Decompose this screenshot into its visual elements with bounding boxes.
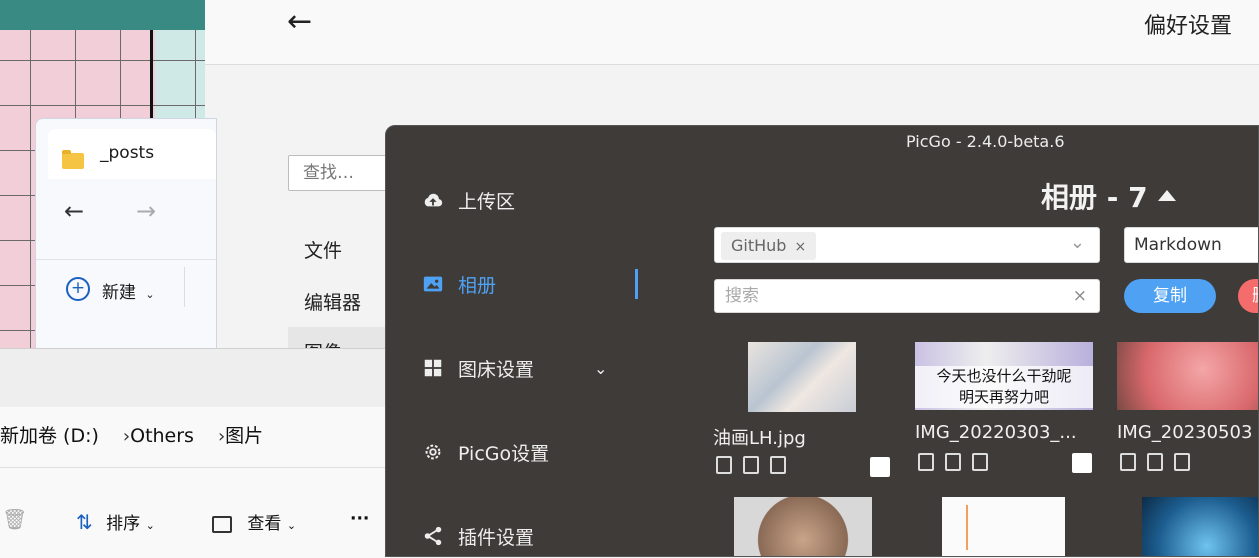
settings-nav-editor[interactable]: 编辑器 bbox=[304, 288, 361, 315]
image-icon bbox=[423, 276, 443, 292]
picgo-window: PicGo - 2.4.0-beta.6 上传区 相册 图床设置 ⌄ PicGo… bbox=[385, 125, 1259, 557]
desktop-wallpaper-line bbox=[150, 30, 153, 120]
new-button-label: 新建 bbox=[102, 283, 136, 303]
sidebar-item-image-host[interactable]: 图床设置 ⌄ bbox=[422, 354, 607, 382]
document-icon[interactable] bbox=[1120, 453, 1136, 471]
share-icon bbox=[424, 526, 442, 546]
format-select[interactable]: Markdown bbox=[1124, 227, 1258, 263]
image-filename: IMG_20230503 bbox=[1117, 422, 1253, 443]
grid-icon bbox=[424, 359, 442, 377]
image-thumbnail[interactable] bbox=[734, 497, 872, 556]
cloud-upload-icon bbox=[424, 193, 443, 207]
view-icon bbox=[212, 515, 232, 533]
breadcrumb-drive[interactable]: 新加卷 (D:) bbox=[0, 425, 99, 447]
image-thumbnail[interactable]: 今天也没什么干劲呢 明天再努力吧 bbox=[915, 342, 1093, 410]
settings-header: ← 偏好设置 bbox=[205, 0, 1259, 65]
filter-tag-label: GitHub bbox=[731, 236, 787, 255]
sidebar-item-label: 插件设置 bbox=[458, 526, 535, 549]
sort-button[interactable]: ⇅ 排序 ⌄ bbox=[76, 509, 155, 534]
gear-icon bbox=[425, 444, 441, 460]
image-actions bbox=[716, 456, 797, 479]
trash-icon[interactable]: 🗑 bbox=[2, 507, 27, 531]
desktop-wallpaper-bar bbox=[0, 0, 205, 30]
mindmap-lines bbox=[966, 505, 1008, 550]
chevron-down-icon: ⌄ bbox=[145, 519, 155, 532]
breadcrumb-pictures[interactable]: 图片 bbox=[225, 425, 263, 447]
image-filename: IMG_20220303_... bbox=[915, 422, 1077, 443]
sort-icon: ⇅ bbox=[76, 510, 93, 534]
image-select-checkbox[interactable] bbox=[1072, 453, 1092, 473]
sidebar-active-indicator bbox=[635, 269, 638, 299]
image-actions bbox=[1120, 453, 1201, 476]
edit-icon[interactable] bbox=[743, 456, 759, 474]
sidebar-item-picgo-settings[interactable]: PicGo设置 bbox=[422, 438, 549, 466]
sidebar-item-label: PicGo设置 bbox=[458, 442, 550, 465]
explorer-titlebar bbox=[0, 349, 390, 407]
toolbar-divider bbox=[184, 267, 185, 307]
explorer-toolbar-divider bbox=[36, 259, 216, 260]
picgo-window-title: PicGo - 2.4.0-beta.6 bbox=[906, 132, 1065, 151]
chevron-down-icon: ⌄ bbox=[286, 519, 297, 532]
sidebar-item-label: 上传区 bbox=[458, 190, 516, 213]
folder-icon bbox=[62, 150, 84, 169]
document-icon[interactable] bbox=[716, 456, 732, 474]
album-search-placeholder: 搜索 bbox=[725, 286, 759, 306]
explorer-tab-label: _posts bbox=[100, 143, 155, 163]
album-title-text: 相册 - 7 bbox=[1041, 181, 1148, 214]
explorer-divider bbox=[0, 467, 390, 468]
image-thumbnail[interactable] bbox=[942, 497, 1065, 556]
breadcrumb-others[interactable]: Others bbox=[130, 425, 194, 447]
document-icon[interactable] bbox=[918, 453, 934, 471]
image-select-checkbox[interactable] bbox=[870, 457, 890, 477]
breadcrumb: 新加卷 (D:) ›Others ›图片 bbox=[0, 421, 263, 448]
filter-tag: GitHub × bbox=[721, 232, 817, 260]
add-circle-icon: + bbox=[66, 277, 90, 301]
trash-icon[interactable] bbox=[1174, 453, 1190, 471]
settings-title: 偏好设置 bbox=[1144, 14, 1233, 39]
trash-icon[interactable] bbox=[770, 456, 786, 474]
image-thumbnail-caption: 今天也没什么干劲呢 明天再努力吧 bbox=[915, 366, 1093, 408]
trash-icon[interactable] bbox=[972, 453, 988, 471]
delete-button[interactable]: 删 bbox=[1238, 279, 1258, 313]
caret-up-icon bbox=[1157, 189, 1176, 201]
explorer-window-pictures: 新加卷 (D:) ›Others ›图片 🗑 ⇅ 排序 ⌄ 查看 ⌄ ··· bbox=[0, 348, 390, 558]
close-icon[interactable]: × bbox=[794, 239, 806, 255]
image-actions bbox=[918, 453, 999, 476]
sidebar-item-label: 相册 bbox=[458, 274, 497, 297]
sidebar-item-upload[interactable]: 上传区 bbox=[422, 186, 515, 214]
clear-icon[interactable]: × bbox=[1073, 280, 1087, 312]
sort-label: 排序 bbox=[106, 514, 141, 534]
image-thumbnail[interactable] bbox=[1117, 342, 1258, 410]
back-arrow-icon[interactable]: ← bbox=[64, 197, 84, 225]
album-search-input[interactable]: 搜索 × bbox=[714, 279, 1100, 313]
image-filename: 油画LH.jpg bbox=[713, 428, 806, 449]
album-title[interactable]: 相册 - 7 bbox=[1041, 176, 1176, 216]
image-thumbnail[interactable] bbox=[1142, 497, 1258, 556]
new-button[interactable]: 新建 ⌄ bbox=[102, 278, 155, 303]
chevron-down-icon: ⌄ bbox=[1069, 232, 1085, 253]
image-thumbnail[interactable] bbox=[748, 342, 856, 412]
sidebar-item-label: 图床设置 bbox=[458, 358, 535, 381]
more-options-button[interactable]: ··· bbox=[350, 509, 369, 529]
view-button[interactable]: 查看 ⌄ bbox=[212, 509, 296, 534]
back-arrow-icon[interactable]: ← bbox=[287, 4, 312, 39]
sidebar-item-plugins[interactable]: 插件设置 bbox=[422, 522, 534, 550]
chevron-down-icon: ⌄ bbox=[594, 358, 608, 378]
view-label: 查看 bbox=[247, 514, 282, 534]
host-filter-select[interactable]: GitHub × ⌄ bbox=[714, 227, 1100, 263]
sidebar-item-album[interactable]: 相册 bbox=[422, 270, 496, 298]
settings-nav-file[interactable]: 文件 bbox=[304, 236, 342, 263]
edit-icon[interactable] bbox=[1147, 453, 1163, 471]
edit-icon[interactable] bbox=[945, 453, 961, 471]
settings-search-input[interactable]: 查找… bbox=[288, 155, 398, 191]
chevron-down-icon: ⌄ bbox=[145, 288, 155, 301]
copy-button[interactable]: 复制 bbox=[1124, 279, 1216, 313]
forward-arrow-icon[interactable]: → bbox=[136, 197, 156, 225]
explorer-window-posts: _posts ← → + 新建 ⌄ bbox=[35, 118, 217, 360]
